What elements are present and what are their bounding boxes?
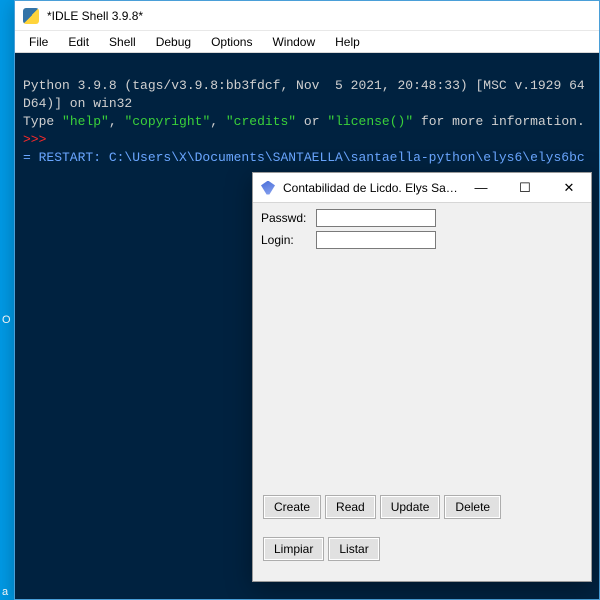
tk-title: Contabilidad de Licdo. Elys Sant... xyxy=(283,181,459,195)
idle-title: *IDLE Shell 3.9.8* xyxy=(47,9,143,23)
login-row: Login: xyxy=(261,231,583,249)
shell-prompt: >>> xyxy=(23,132,54,147)
menu-options[interactable]: Options xyxy=(203,33,260,51)
desktop-edge-text-2: a xyxy=(2,586,8,598)
menu-debug[interactable]: Debug xyxy=(148,33,199,51)
read-button[interactable]: Read xyxy=(325,495,376,519)
desktop-edge-text: O xyxy=(2,314,11,326)
crud-button-row: Create Read Update Delete xyxy=(263,495,501,519)
tk-feather-icon xyxy=(261,181,275,195)
idle-menubar: File Edit Shell Debug Options Window Hel… xyxy=(15,31,599,53)
update-button[interactable]: Update xyxy=(380,495,441,519)
login-label: Login: xyxy=(261,233,316,247)
login-input[interactable] xyxy=(316,231,436,249)
minimize-button[interactable]: — xyxy=(459,173,503,202)
shell-line: D64)] on win32 xyxy=(23,96,132,111)
tk-login-window: Contabilidad de Licdo. Elys Sant... — ☐ … xyxy=(252,172,592,582)
menu-edit[interactable]: Edit xyxy=(60,33,97,51)
menu-file[interactable]: File xyxy=(21,33,56,51)
tk-titlebar[interactable]: Contabilidad de Licdo. Elys Sant... — ☐ … xyxy=(253,173,591,203)
menu-shell[interactable]: Shell xyxy=(101,33,144,51)
shell-line: Python 3.9.8 (tags/v3.9.8:bb3fdcf, Nov 5… xyxy=(23,78,585,93)
util-button-row: Limpiar Listar xyxy=(263,537,380,561)
delete-button[interactable]: Delete xyxy=(444,495,501,519)
menu-window[interactable]: Window xyxy=(264,33,323,51)
shell-restart-line: = RESTART: C:\Users\X\Documents\SANTAELL… xyxy=(23,150,585,165)
window-controls: — ☐ ✕ xyxy=(459,173,591,202)
shell-line: Type "help", "copyright", "credits" or "… xyxy=(23,114,585,129)
tk-body: Passwd: Login: Create Read Update Delete… xyxy=(253,203,591,581)
idle-titlebar[interactable]: *IDLE Shell 3.9.8* xyxy=(15,1,599,31)
limpiar-button[interactable]: Limpiar xyxy=(263,537,324,561)
maximize-button[interactable]: ☐ xyxy=(503,173,547,202)
close-button[interactable]: ✕ xyxy=(547,173,591,202)
listar-button[interactable]: Listar xyxy=(328,537,379,561)
menu-help[interactable]: Help xyxy=(327,33,368,51)
python-icon xyxy=(23,8,39,24)
passwd-label: Passwd: xyxy=(261,211,316,225)
passwd-row: Passwd: xyxy=(261,209,583,227)
passwd-input[interactable] xyxy=(316,209,436,227)
create-button[interactable]: Create xyxy=(263,495,321,519)
